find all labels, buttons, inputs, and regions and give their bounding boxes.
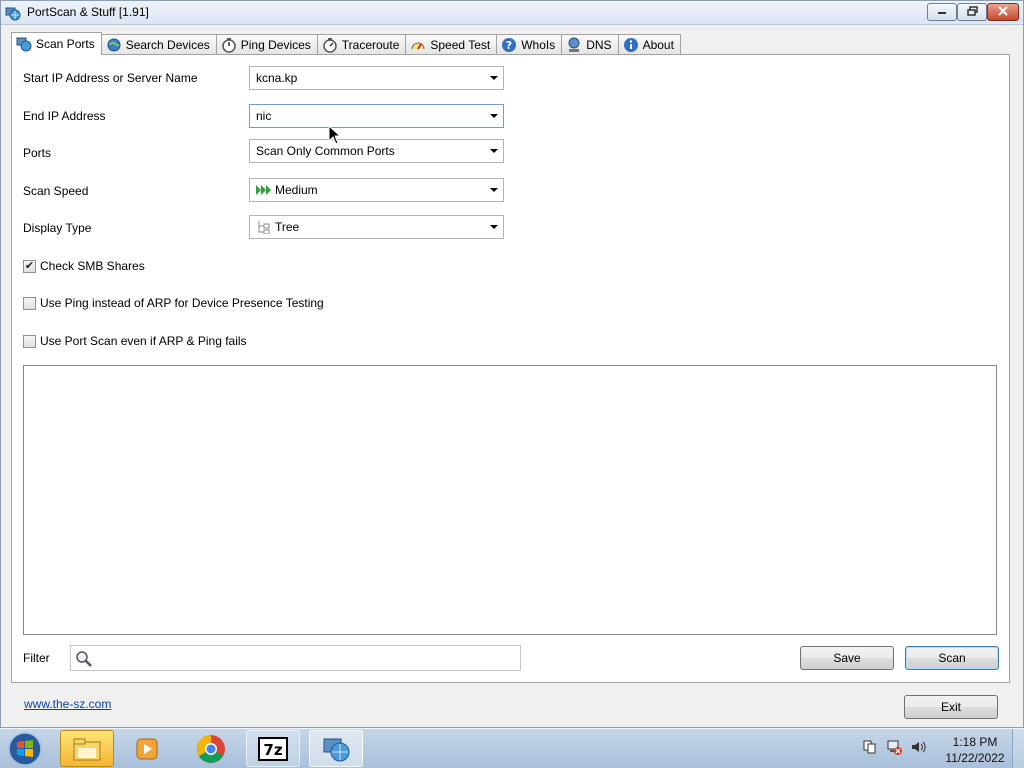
tab-label: About <box>642 38 674 52</box>
stopwatch-icon <box>221 37 237 53</box>
website-link[interactable]: www.the-sz.com <box>24 697 111 711</box>
restore-icon <box>966 5 978 19</box>
svg-text:7z: 7z <box>263 741 282 759</box>
tab-traceroute[interactable]: Traceroute <box>316 34 407 55</box>
svg-text:?: ? <box>506 39 512 52</box>
system-tray <box>862 739 926 758</box>
checkbox-box[interactable] <box>23 296 36 310</box>
action-center-icon[interactable] <box>862 739 878 758</box>
app-window: PortScan & Stuff [1.91] Scan Ports Searc… <box>0 0 1024 728</box>
globe-icon <box>106 37 122 53</box>
checkbox-label: Use Ping instead of ARP for Device Prese… <box>40 296 324 310</box>
tab-label: Ping Devices <box>240 38 311 52</box>
info-icon <box>623 37 639 53</box>
start-ip-combobox[interactable]: kcna.kp <box>249 66 504 90</box>
chrome-icon[interactable] <box>184 730 238 767</box>
fast-forward-icon <box>256 183 272 197</box>
end-ip-value: nic <box>256 109 272 123</box>
taskbar: 7z 1:18 PM 11/22/2022 <box>0 728 1024 768</box>
portscan-icon[interactable] <box>309 730 363 767</box>
clock-date: 11/22/2022 <box>945 751 1005 765</box>
scan-speed-label: Scan Speed <box>23 184 89 198</box>
clock[interactable]: 1:18 PM 11/22/2022 <box>940 734 1010 766</box>
mouse-cursor-icon <box>328 124 342 145</box>
check-smb-shares-checkbox[interactable]: ✔ Check SMB Shares <box>23 259 145 273</box>
network-icon <box>566 37 582 53</box>
speedometer-icon <box>410 37 426 53</box>
dropdown-arrow-icon[interactable] <box>490 188 498 192</box>
tab-scan-ports[interactable]: Scan Ports <box>11 32 102 55</box>
stopwatch-icon <box>322 37 338 53</box>
window-title: PortScan & Stuff [1.91] <box>27 5 149 19</box>
display-type-select[interactable]: Tree <box>249 215 504 239</box>
ports-value: Scan Only Common Ports <box>256 144 395 158</box>
file-explorer-icon[interactable] <box>60 730 114 767</box>
tab-label: WhoIs <box>521 38 556 52</box>
tab-whois[interactable]: ? WhoIs <box>496 34 563 55</box>
close-icon <box>998 5 1008 19</box>
tab-label: Speed Test <box>430 38 491 52</box>
tab-ping-devices[interactable]: Ping Devices <box>215 34 318 55</box>
use-port-scan-checkbox[interactable]: Use Port Scan even if ARP & Ping fails <box>23 334 247 348</box>
filter-label: Filter <box>23 651 50 665</box>
filter-input[interactable] <box>70 645 521 671</box>
tab-label: Search Devices <box>125 38 210 52</box>
restore-button[interactable] <box>957 3 987 21</box>
checkbox-box[interactable] <box>23 334 36 348</box>
start-ip-label: Start IP Address or Server Name <box>23 71 198 85</box>
media-player-icon[interactable] <box>121 730 175 767</box>
use-ping-checkbox[interactable]: Use Ping instead of ARP for Device Prese… <box>23 296 324 310</box>
minimize-icon <box>937 7 947 18</box>
dropdown-arrow-icon[interactable] <box>490 114 498 118</box>
scan-speed-select[interactable]: Medium <box>249 178 504 202</box>
tab-about[interactable]: About <box>617 34 681 55</box>
save-button[interactable]: Save <box>800 646 894 670</box>
dropdown-arrow-icon[interactable] <box>490 149 498 153</box>
checkmark-icon[interactable]: ✔ <box>23 259 36 273</box>
display-type-value: Tree <box>275 220 300 234</box>
network-disconnected-icon[interactable] <box>886 739 902 758</box>
checkbox-label: Use Port Scan even if ARP & Ping fails <box>40 334 247 348</box>
ports-select[interactable]: Scan Only Common Ports <box>249 139 504 163</box>
start-ip-value: kcna.kp <box>256 71 298 85</box>
display-type-label: Display Type <box>23 221 92 235</box>
end-ip-label: End IP Address <box>23 109 106 123</box>
help-icon: ? <box>501 37 517 53</box>
dropdown-arrow-icon[interactable] <box>490 225 498 229</box>
scan-button[interactable]: Scan <box>905 646 999 670</box>
start-button[interactable] <box>4 731 46 767</box>
tree-icon <box>256 220 272 234</box>
close-button[interactable] <box>987 3 1019 21</box>
scan-ports-icon <box>16 36 32 52</box>
minimize-button[interactable] <box>927 3 957 21</box>
show-desktop-button[interactable] <box>1012 729 1024 768</box>
ports-label: Ports <box>23 146 52 160</box>
tab-speed-test[interactable]: Speed Test <box>405 34 498 55</box>
checkbox-label: Check SMB Shares <box>40 259 145 273</box>
clock-time: 1:18 PM <box>952 735 998 749</box>
scan-speed-value: Medium <box>275 183 318 197</box>
results-pane[interactable] <box>23 365 997 635</box>
search-icon <box>75 650 93 668</box>
end-ip-combobox[interactable]: nic <box>249 104 504 128</box>
title-bar[interactable]: PortScan & Stuff [1.91] <box>1 1 1023 25</box>
tab-search-devices[interactable]: Search Devices <box>100 34 217 55</box>
exit-button[interactable]: Exit <box>904 695 998 719</box>
tab-label: Traceroute <box>341 38 400 52</box>
tab-label: Scan Ports <box>36 37 95 51</box>
dropdown-arrow-icon[interactable] <box>490 76 498 80</box>
app-icon <box>5 5 21 21</box>
volume-icon[interactable] <box>910 739 926 758</box>
7zip-icon[interactable]: 7z <box>246 730 300 767</box>
tab-strip: Scan Ports Search Devices Ping Devices T… <box>11 32 681 55</box>
tab-dns[interactable]: DNS <box>561 34 619 55</box>
tab-label: DNS <box>586 38 612 52</box>
